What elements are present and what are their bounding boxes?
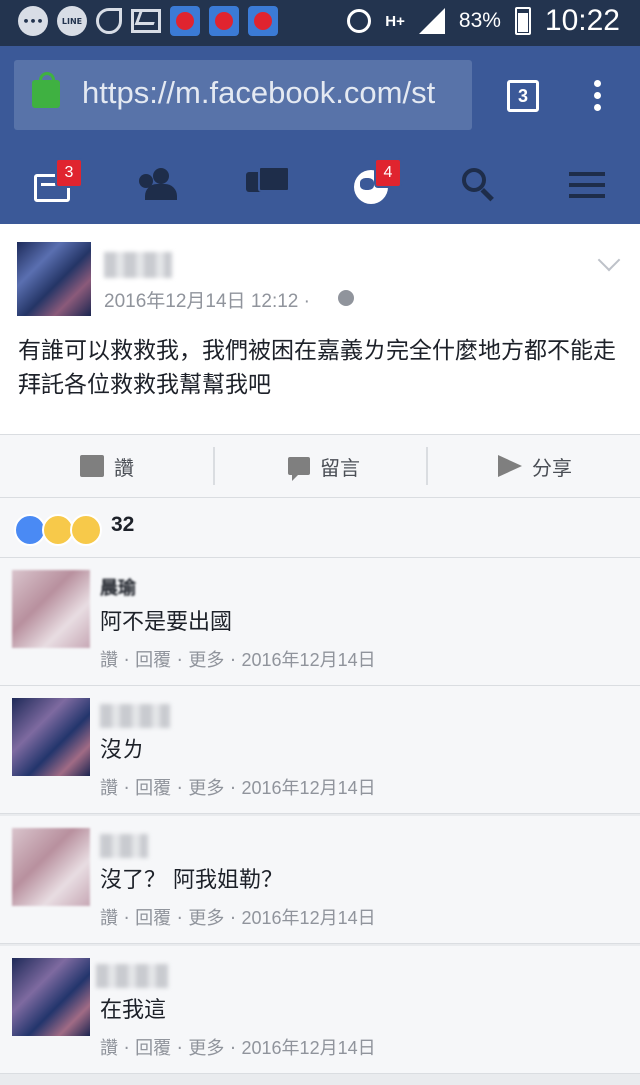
- post-author-avatar[interactable]: [17, 242, 91, 316]
- signal-icon: [418, 8, 445, 34]
- comment-like-link[interactable]: 讚: [100, 778, 118, 799]
- line-icon: LINE: [57, 6, 87, 36]
- comment-item: 沒ㄌ 讚 · 回覆 · 更多 · 2016年12月14日: [0, 686, 640, 814]
- comment-reply-link[interactable]: 回覆: [135, 908, 171, 929]
- sad-reaction-icon: [70, 514, 102, 546]
- notifications-badge: 4: [374, 158, 402, 188]
- system-status: H+ 83% 10:22: [347, 4, 620, 38]
- tab-switcher-button[interactable]: 3: [507, 80, 539, 112]
- search-icon[interactable]: [462, 166, 502, 202]
- comment-date[interactable]: 2016年12月14日: [242, 908, 376, 928]
- alarm-icon: [347, 9, 372, 33]
- commenter-avatar[interactable]: [12, 570, 90, 648]
- facebook-nav-bar: 3 4: [0, 144, 640, 224]
- divider: [213, 447, 215, 485]
- reactions-summary[interactable]: 32: [0, 498, 640, 558]
- friends-icon[interactable]: [139, 166, 179, 202]
- app-icon: [248, 6, 278, 36]
- comment-date[interactable]: 2016年12月14日: [242, 1038, 376, 1058]
- comment-meta: 讚 · 回覆 · 更多 · 2016年12月14日: [100, 1038, 376, 1059]
- comment-reply-link[interactable]: 回覆: [135, 1038, 171, 1059]
- comment-more-link[interactable]: 更多: [188, 1038, 224, 1059]
- notifications-globe-icon[interactable]: 4: [354, 158, 402, 204]
- comment-more-link[interactable]: 更多: [188, 778, 224, 799]
- thumbs-up-icon: [80, 455, 104, 477]
- like-label: 讚: [114, 455, 134, 480]
- news-feed-badge: 3: [55, 158, 83, 188]
- post-timestamp[interactable]: 2016年12月14日 12:12 ·: [104, 286, 310, 313]
- comment-meta: 讚 · 回覆 · 更多 · 2016年12月14日: [100, 908, 376, 929]
- comment-date[interactable]: 2016年12月14日: [242, 650, 376, 670]
- comment-item: 晨瑜 阿不是要出國 讚 · 回覆 · 更多 · 2016年12月14日: [0, 558, 640, 686]
- comment-text: 阿不是要出國: [100, 610, 233, 635]
- comment-item: 在我這 讚 · 回覆 · 更多 · 2016年12月14日: [0, 946, 640, 1074]
- comment-reply-link[interactable]: 回覆: [135, 650, 171, 671]
- divider: [426, 447, 428, 485]
- comment-button[interactable]: 留言: [288, 435, 360, 497]
- post-author-name[interactable]: [104, 252, 172, 278]
- comment-more-link[interactable]: 更多: [188, 908, 224, 929]
- like-button[interactable]: 讚: [80, 435, 134, 497]
- comment-meta: 讚 · 回覆 · 更多 · 2016年12月14日: [100, 650, 376, 671]
- gmail-icon: [131, 9, 161, 33]
- satellite-icon: [96, 8, 122, 34]
- comment-more-link[interactable]: 更多: [188, 650, 224, 671]
- comment-label: 留言: [320, 455, 360, 480]
- comment-text: 沒ㄌ: [100, 738, 145, 763]
- public-globe-icon: [338, 290, 354, 306]
- share-label: 分享: [532, 455, 572, 480]
- comment-icon: [288, 457, 310, 481]
- post-card: 2016年12月14日 12:12 · 有誰可以救救我，我們被困在嘉義ㄌ完全什麼…: [0, 224, 640, 434]
- commenter-name[interactable]: [96, 964, 168, 988]
- commenter-name[interactable]: 晨瑜: [100, 574, 136, 600]
- clock: 10:22: [544, 4, 620, 37]
- notification-icons: ••• LINE: [18, 6, 278, 36]
- comment-like-link[interactable]: 讚: [100, 1038, 118, 1059]
- comment-item: 沒了？ 阿我姐勒？ 讚 · 回覆 · 更多 · 2016年12月14日: [0, 816, 640, 944]
- comment-text: 沒了？ 阿我姐勒？: [100, 868, 283, 893]
- news-feed-icon[interactable]: 3: [34, 158, 83, 202]
- battery-icon: [514, 7, 531, 35]
- comment-date[interactable]: 2016年12月14日: [242, 778, 376, 798]
- messages-icon[interactable]: [246, 166, 290, 202]
- lock-icon: [32, 72, 60, 108]
- network-icon: H+: [385, 12, 405, 30]
- url-text[interactable]: https://m.facebook.com/st: [82, 75, 435, 111]
- status-bar: ••• LINE H+ 83% 10:22: [0, 0, 640, 46]
- commenter-avatar[interactable]: [12, 698, 90, 776]
- share-arrow-icon: [498, 455, 522, 477]
- address-bar[interactable]: https://m.facebook.com/st: [14, 60, 472, 130]
- commenter-name[interactable]: [100, 834, 148, 858]
- comment-like-link[interactable]: 讚: [100, 650, 118, 671]
- share-button[interactable]: 分享: [498, 435, 572, 497]
- comment-meta: 讚 · 回覆 · 更多 · 2016年12月14日: [100, 778, 376, 799]
- menu-icon[interactable]: [569, 166, 609, 202]
- browser-toolbar: https://m.facebook.com/st 3: [0, 46, 640, 144]
- comment-text: 在我這: [100, 998, 167, 1023]
- chevron-down-icon[interactable]: [597, 248, 621, 272]
- reaction-count: 32: [111, 513, 135, 536]
- commenter-name[interactable]: [100, 704, 170, 728]
- battery-percent: 83%: [458, 9, 501, 32]
- commenter-avatar[interactable]: [12, 828, 90, 906]
- post-body: 有誰可以救救我，我們被困在嘉義ㄌ完全什麼地方都不能走拜託各位救救我幫幫我吧: [18, 338, 616, 398]
- chat-bubble-icon: •••: [18, 6, 48, 36]
- post-action-bar: 讚 留言 分享: [0, 434, 640, 498]
- comment-like-link[interactable]: 讚: [100, 908, 118, 929]
- comment-reply-link[interactable]: 回覆: [135, 778, 171, 799]
- browser-menu-button[interactable]: [594, 80, 602, 116]
- app-icon: [170, 6, 200, 36]
- commenter-avatar[interactable]: [12, 958, 90, 1036]
- app-icon: [209, 6, 239, 36]
